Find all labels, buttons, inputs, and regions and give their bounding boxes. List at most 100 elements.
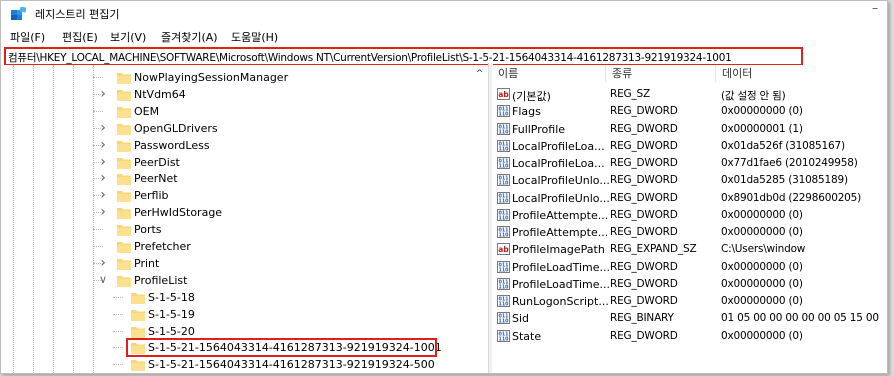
tree-connector: [113, 313, 123, 315]
tree-node[interactable]: S-1-5-18: [1, 289, 471, 306]
tree-node[interactable]: Ports: [1, 221, 471, 238]
address-bar[interactable]: 컴퓨터\HKEY_LOCAL_MACHINE\SOFTWARE\Microsof…: [4, 47, 803, 66]
value-name: (기본값): [512, 90, 551, 103]
value-row[interactable]: 011 110 ProfileLoadTime... REG_DWORD 0x00000…: [492, 259, 887, 276]
value-name: ProfileAttempte...: [512, 208, 609, 222]
binary-value-icon: 011 110: [497, 260, 510, 273]
column-header-data[interactable]: 데이터: [716, 65, 887, 82]
svg-text:110: 110: [498, 146, 509, 152]
tree-node[interactable]: › PerHwIdStorage: [1, 204, 471, 221]
value-row[interactable]: 011 110 LocalProfileLoa... REG_DWORD 0x01da5…: [492, 138, 887, 155]
svg-text:110: 110: [498, 302, 509, 308]
value-type: REG_DWORD: [610, 226, 678, 238]
menu-file[interactable]: 파일(F): [10, 29, 45, 45]
string-value-icon: ab: [497, 88, 510, 100]
chevron-right-icon[interactable]: ›: [98, 138, 108, 152]
svg-text:ab: ab: [498, 90, 509, 99]
menu-favorites[interactable]: 즐겨찾기(A): [161, 29, 218, 45]
chevron-right-icon[interactable]: ›: [98, 171, 108, 185]
value-row[interactable]: 011 110 FullProfile REG_DWORD 0x00000001 (1): [492, 121, 887, 138]
tree-node[interactable]: Prefetcher: [1, 238, 471, 255]
binary-value-icon: 011 110: [497, 105, 510, 118]
binary-value-icon: 011 110: [497, 208, 510, 221]
value-data: C:\Users\window: [721, 243, 806, 256]
value-row[interactable]: 011 110 State REG_DWORD 0x00000000 (0): [492, 328, 887, 345]
folder-icon: [117, 122, 131, 135]
tree-node[interactable]: S-1-5-21-1564043314-4161287313-921919324…: [1, 338, 471, 358]
tree-node[interactable]: S-1-5-20: [1, 323, 471, 340]
tree-node[interactable]: ∨ ProfileList: [1, 272, 471, 289]
value-row[interactable]: 011 110 Sid REG_BINARY 01 05 00 00 00 00 00 …: [492, 310, 887, 327]
value-data: 0x00000000 (0): [721, 226, 803, 238]
svg-text:110: 110: [498, 233, 509, 239]
value-type: REG_DWORD: [610, 157, 678, 169]
svg-text:110: 110: [498, 215, 509, 221]
svg-text:110: 110: [498, 319, 509, 325]
binary-value-icon: 011 110: [497, 122, 510, 135]
value-name: RunLogonScript...: [512, 295, 609, 308]
chevron-right-icon[interactable]: ›: [98, 205, 108, 219]
value-data: 01 05 00 00 00 00 00 05 15 00: [721, 312, 879, 325]
tree-node-label: S-1-5-21-1564043314-4161287313-921919324…: [148, 358, 435, 372]
tree-node[interactable]: › NtVdm64: [1, 86, 471, 103]
folder-icon: [117, 240, 131, 253]
tree-scrollbar[interactable]: ^: [471, 65, 488, 373]
scroll-up-arrow-icon[interactable]: ^: [471, 68, 488, 80]
value-data: 0x00000000 (0): [721, 329, 803, 342]
tree-node[interactable]: › PeerNet: [1, 170, 471, 187]
tree-node[interactable]: › Perflib: [1, 187, 471, 204]
key-tree-pane[interactable]: NowPlayingSessionManager › NtVdm64 OEM › Open…: [1, 65, 471, 373]
chevron-down-icon[interactable]: ∨: [98, 273, 108, 287]
value-row[interactable]: 011 110 Flags REG_DWORD 0x00000000 (0): [492, 103, 887, 120]
value-row[interactable]: 011 110 LocalProfileUnlo... REG_DWORD 0x01da…: [492, 172, 887, 189]
value-type: REG_DWORD: [610, 122, 678, 135]
value-row[interactable]: ab ProfileImagePath REG_EXPAND_SZ C:\Users\…: [492, 241, 887, 258]
menu-view[interactable]: 보기(V): [110, 29, 146, 45]
column-header-type[interactable]: 종류: [606, 65, 716, 82]
value-data: 0x00000000 (0): [721, 208, 803, 221]
tree-node-label: PasswordLess: [134, 138, 210, 152]
svg-text:110: 110: [498, 129, 509, 135]
tree-node-label: S-1-5-20: [148, 324, 195, 338]
value-type: REG_DWORD: [610, 260, 678, 273]
registry-editor-window: 레지스트리 편집기 – 파일(F) 편집(E) 보기(V) 즐겨찾기(A) 도움…: [0, 0, 888, 374]
value-row[interactable]: 011 110 LocalProfileUnlo... REG_DWORD 0x8901…: [492, 190, 887, 207]
tree-node-label: S-1-5-18: [148, 290, 195, 304]
chevron-right-icon[interactable]: ›: [98, 256, 108, 270]
tree-connector: [113, 364, 123, 366]
tree-node[interactable]: S-1-5-21-1564043314-4161287313-921919324…: [1, 356, 471, 373]
value-row[interactable]: 011 110 LocalProfileLoa... REG_DWORD 0x77d1f…: [492, 155, 887, 172]
tree-node[interactable]: › OpenGLDrivers: [1, 120, 471, 137]
value-data: 0x00000001 (1): [721, 122, 803, 135]
value-type: REG_DWORD: [610, 174, 678, 187]
value-type: REG_BINARY: [610, 312, 674, 325]
value-data: 0x00000000 (0): [721, 105, 803, 118]
tree-node[interactable]: › PeerDist: [1, 154, 471, 171]
value-type: REG_DWORD: [610, 105, 678, 118]
folder-icon: [117, 105, 131, 118]
tree-node[interactable]: › PasswordLess: [1, 137, 471, 154]
value-name: Sid: [512, 312, 530, 326]
tree-node[interactable]: › Print: [1, 255, 471, 272]
minimize-button[interactable]: –: [865, 1, 885, 21]
menu-edit[interactable]: 편집(E): [62, 29, 98, 45]
tree-node[interactable]: S-1-5-19: [1, 306, 471, 323]
value-row[interactable]: ab (기본값) REG_SZ (값 설정 안 됨): [492, 86, 887, 103]
value-type: REG_DWORD: [610, 191, 678, 204]
value-row[interactable]: 011 110 ProfileLoadTime... REG_DWORD 0x00000…: [492, 276, 887, 293]
value-row[interactable]: 011 110 ProfileAttempte... REG_DWORD 0x00000…: [492, 207, 887, 224]
chevron-right-icon[interactable]: ›: [98, 121, 108, 135]
values-pane[interactable]: 이름 종류 데이터 ab (기본값) REG_SZ (값 설정 안 됨) 011 110 F…: [492, 65, 887, 373]
value-row[interactable]: 011 110 ProfileAttempte... REG_DWORD 0x00000…: [492, 224, 887, 241]
binary-value-icon: 011 110: [497, 329, 510, 342]
tree-node[interactable]: NowPlayingSessionManager: [1, 69, 471, 86]
title-bar: 레지스트리 편집기 –: [1, 1, 887, 25]
value-row[interactable]: 011 110 RunLogonScript... REG_DWORD 0x000000…: [492, 293, 887, 310]
chevron-right-icon[interactable]: ›: [98, 188, 108, 202]
binary-value-icon: 011 110: [497, 312, 510, 325]
chevron-right-icon[interactable]: ›: [98, 87, 108, 101]
column-header-name[interactable]: 이름: [492, 65, 606, 82]
tree-node[interactable]: OEM: [1, 103, 471, 120]
chevron-right-icon[interactable]: ›: [98, 155, 108, 169]
menu-help[interactable]: 도움말(H): [231, 29, 278, 45]
